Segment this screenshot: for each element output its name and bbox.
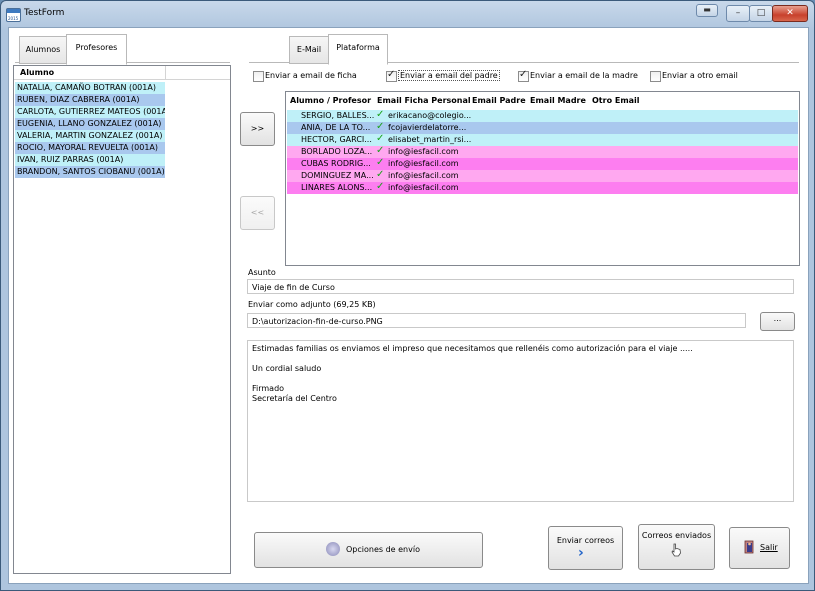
checkbox-label-1[interactable]: Enviar a email de ficha	[265, 71, 357, 80]
maximize-button[interactable]: □	[749, 5, 773, 22]
alumno-row[interactable]: EUGENIA, LLANO GONZALEZ (001A)	[15, 118, 165, 130]
destinatarios-header: Alumno / Profesor Email Ficha Personal Ema…	[286, 92, 799, 108]
checkbox-label-2[interactable]: Enviar a email del padre	[398, 70, 500, 81]
body-line	[252, 354, 788, 364]
body-line: Estimadas familias os enviamos el impres…	[252, 344, 693, 353]
checkbox-label-4[interactable]: Enviar a otro email	[662, 71, 738, 80]
adjunto-path-input[interactable]: D:\autorizacion-fin-de-curso.PNG	[247, 313, 746, 328]
dest-row-name: CUBAS RODRIG...	[301, 159, 371, 168]
alumno-row[interactable]: VALERIA, MARTIN GONZALEZ (001A)	[15, 130, 165, 142]
check-icon: ✓	[376, 110, 385, 120]
move-right-button[interactable]: >>	[240, 112, 275, 146]
restore-icon[interactable]: ▬	[696, 4, 718, 17]
alumnos-grid-header: Alumno	[14, 66, 230, 80]
dest-row-email: info@iesfacil.com	[388, 159, 459, 168]
exit-door-icon	[744, 540, 756, 554]
message-body-text: Estimadas familias os enviamos el impres…	[252, 344, 788, 404]
checkbox-3[interactable]	[518, 69, 529, 82]
column-divider	[165, 66, 166, 79]
dest-row-name: SERGIO, BALLES...	[301, 111, 375, 120]
checkbox-2[interactable]	[386, 69, 397, 82]
dest-row-name: ANIA, DE LA TO...	[301, 123, 371, 132]
adjunto-label: Enviar como adjunto (69,25 KB)	[248, 300, 376, 309]
destinatarios-rows: SERGIO, BALLES... ✓ erikacano@colegio... AN…	[287, 110, 798, 194]
checkbox-label-3[interactable]: Enviar a email de la madre	[530, 71, 638, 80]
alumno-row[interactable]: IVAN, RUIZ PARRAS (001A)	[15, 154, 165, 166]
check-icon: ✓	[376, 170, 385, 180]
alumno-row[interactable]: CARLOTA, GUTIERREZ MATEOS (001A)	[15, 106, 165, 118]
hand-pointer-icon	[670, 543, 682, 557]
alumno-row[interactable]: ROCIO, MAYORAL REVUELTA (001A)	[15, 142, 165, 154]
minimize-button[interactable]: –	[726, 5, 750, 22]
dest-row-name: DOMINGUEZ MA...	[301, 171, 374, 180]
correos-enviados-button[interactable]: Correos enviados	[638, 524, 715, 570]
dest-row-name: HECTOR, GARCI...	[301, 135, 372, 144]
browse-attachment-button[interactable]: ...	[760, 312, 795, 331]
body-line	[252, 374, 788, 384]
arrow-right-icon: ›	[578, 545, 584, 561]
move-left-button[interactable]: <<	[240, 196, 275, 230]
alumno-row[interactable]: BRANDON, SANTOS CIOBANU (001A)	[15, 166, 165, 178]
dest-row[interactable]: CUBAS RODRIG... ✓ info@iesfacil.com	[287, 158, 798, 170]
asunto-label: Asunto	[248, 268, 276, 277]
close-button[interactable]: ✕	[772, 5, 808, 22]
enviar-correos-label: Enviar correos	[556, 536, 615, 545]
recipient-checkboxes: Enviar a email de ficha Enviar a email de…	[253, 69, 793, 84]
checkbox-4[interactable]	[650, 71, 661, 82]
alumnos-grid[interactable]: Alumno NATALIA, CAMAÑO BOTRAN (001A) RUBE…	[13, 65, 231, 574]
check-icon: ✓	[376, 122, 385, 132]
opciones-envio-label: Opciones de envío	[346, 545, 420, 554]
salir-label: Salir	[760, 543, 778, 552]
destinatarios-grid[interactable]: Alumno / Profesor Email Ficha Personal Ema…	[285, 91, 800, 266]
message-body-textarea[interactable]: Estimadas familias os enviamos el impres…	[247, 340, 794, 502]
dest-row[interactable]: BORLADO LOZA... ✓ info@iesfacil.com	[287, 146, 798, 158]
dest-row-email: info@iesfacil.com	[388, 183, 459, 192]
dest-row-email: elisabet_martin_rsi...	[388, 135, 472, 144]
tab-plataforma[interactable]: Plataforma	[328, 34, 388, 65]
tab-email[interactable]: E-Mail	[289, 36, 329, 64]
correos-enviados-label: Correos enviados	[641, 531, 712, 540]
asunto-input[interactable]: Viaje de fin de Curso	[247, 279, 794, 294]
body-line: Secretaría del Centro	[252, 394, 337, 403]
body-line: Firmado	[252, 384, 285, 393]
dest-row-email: info@iesfacil.com	[388, 147, 459, 156]
dest-row[interactable]: DOMINGUEZ MA... ✓ info@iesfacil.com	[287, 170, 798, 182]
checkbox-1[interactable]	[253, 71, 264, 82]
dest-column-header[interactable]: Otro Email	[592, 96, 640, 105]
gears-icon	[326, 542, 340, 556]
dest-row[interactable]: HECTOR, GARCI... ✓ elisabet_martin_rsi...	[287, 134, 798, 146]
alumno-row[interactable]: RUBEN, DIAZ CABRERA (001A)	[15, 94, 165, 106]
window-title: TestForm	[24, 8, 65, 18]
check-icon: ✓	[376, 134, 385, 144]
title-bar: 2015 TestForm ▬ – □ ✕	[0, 0, 813, 26]
dest-row[interactable]: SERGIO, BALLES... ✓ erikacano@colegio...	[287, 110, 798, 122]
dest-column-header[interactable]: Email Madre	[530, 96, 586, 105]
app-icon: 2015	[6, 8, 21, 22]
check-icon: ✓	[376, 146, 385, 156]
dest-column-header[interactable]: Alumno / Profesor	[290, 96, 371, 105]
dest-row-name: BORLADO LOZA...	[301, 147, 373, 156]
alumno-column-header[interactable]: Alumno	[20, 68, 54, 77]
tab-profesores[interactable]: Profesores	[66, 34, 127, 65]
alumnos-rows: NATALIA, CAMAÑO BOTRAN (001A) RUBEN, DIAZ…	[15, 82, 165, 178]
check-icon: ✓	[376, 158, 385, 168]
body-line: Un cordial saludo	[252, 364, 322, 373]
dest-row[interactable]: ANIA, DE LA TO... ✓ fcojavierdelatorre...	[287, 122, 798, 134]
alumno-row[interactable]: NATALIA, CAMAÑO BOTRAN (001A)	[15, 82, 165, 94]
dest-row-name: LINARES ALONS...	[301, 183, 373, 192]
tab-alumnos[interactable]: Alumnos	[19, 36, 67, 64]
opciones-envio-button[interactable]: Opciones de envío	[254, 532, 483, 568]
check-icon: ✓	[376, 182, 385, 192]
dest-row[interactable]: LINARES ALONS... ✓ info@iesfacil.com	[287, 182, 798, 194]
dest-column-header[interactable]: Email Padre	[472, 96, 526, 105]
dest-column-header[interactable]: Email Ficha Personal	[377, 96, 471, 105]
dest-row-email: fcojavierdelatorre...	[388, 123, 467, 132]
dest-row-email: info@iesfacil.com	[388, 171, 459, 180]
enviar-correos-button[interactable]: Enviar correos ›	[548, 526, 623, 570]
salir-button[interactable]: Salir	[729, 527, 790, 569]
dest-row-email: erikacano@colegio...	[388, 111, 472, 120]
